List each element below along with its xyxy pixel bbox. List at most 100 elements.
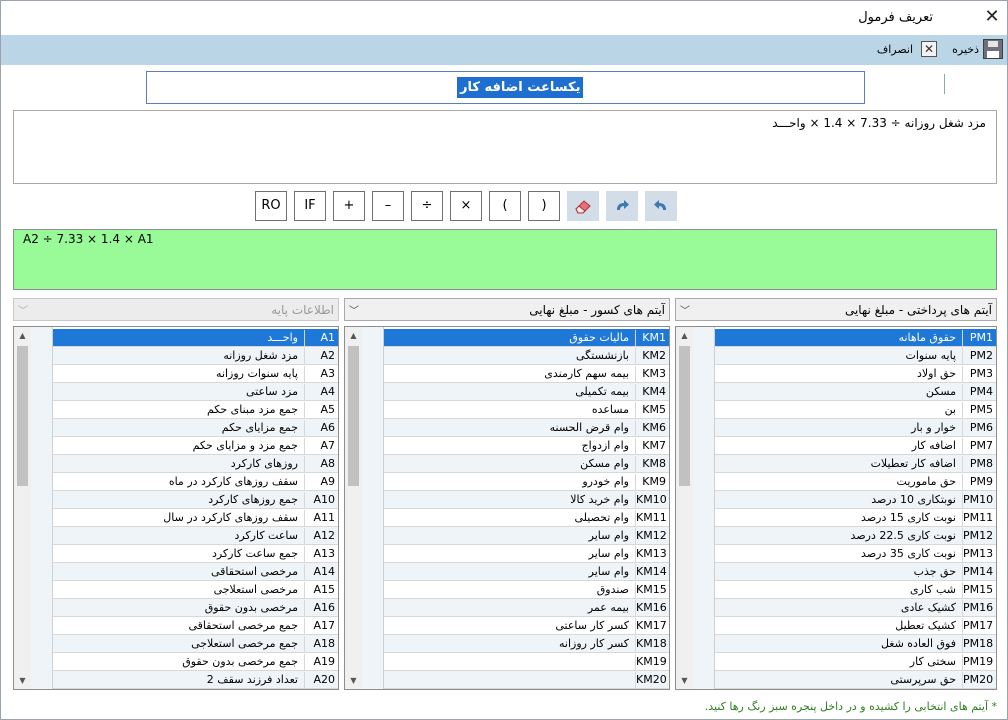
list-item[interactable]: PM13 نوبت کاری 35 درصد — [715, 545, 996, 563]
formula-title-input[interactable]: یکساعت اضافه کار — [146, 71, 865, 104]
scroll-up-icon[interactable]: ▲ — [14, 327, 31, 344]
list-item[interactable]: A15 مرخصی استعلاجی — [53, 581, 338, 599]
list-item[interactable]: A4 مزد ساعتی — [53, 383, 338, 401]
list-item[interactable]: KM7 وام ازدواج — [384, 437, 669, 455]
list-item[interactable]: KM1 مالیات حقوق — [384, 329, 669, 347]
list-item[interactable]: PM8 اضافه کار تعطیلات — [715, 455, 996, 473]
item-name: نوبت کاری 22.5 درصد — [850, 529, 956, 542]
list-item[interactable]: KM2 بازنشستگی — [384, 347, 669, 365]
ro-button[interactable]: RO — [255, 191, 287, 221]
payment-items-dropdown[interactable]: آیتم های پرداختی - مبلغ نهایی ﹀ — [675, 298, 997, 321]
item-code: KM9 — [635, 474, 669, 490]
list-item[interactable]: KM13 وام سایر — [384, 545, 669, 563]
redo-button[interactable] — [606, 191, 638, 221]
list-item[interactable]: KM19 — [384, 653, 669, 671]
list-item[interactable]: A11 سقف روزهای کارکرد در سال — [53, 509, 338, 527]
eraser-button[interactable] — [567, 191, 599, 221]
undo-button[interactable] — [645, 191, 677, 221]
list-item[interactable]: A14 مرخصی استحقاقی — [53, 563, 338, 581]
scroll-thumb[interactable] — [348, 346, 359, 486]
base-info-dropdown[interactable]: اطلاعات پایه ﹀ — [13, 298, 339, 321]
base-info-list[interactable]: ▲ ▼ A1 واحـــد A2 مزد شغل روزانه A3 پایه سنوا… — [13, 326, 339, 690]
deduction-items-list[interactable]: ▲ ▼ KM1 مالیات حقوق KM2 بازنشستگی KM3 بیمه سه… — [344, 326, 670, 690]
list-item[interactable]: A10 جمع روزهای کارکرد — [53, 491, 338, 509]
list-item[interactable]: PM11 نوبت کاری 15 درصد — [715, 509, 996, 527]
list-item[interactable]: PM5 بن — [715, 401, 996, 419]
list-item[interactable]: PM10 نوبتکاری 10 درصد — [715, 491, 996, 509]
deduction-items-dropdown[interactable]: آیتم های کسور - مبلغ نهایی ﹀ — [344, 298, 670, 321]
list-item[interactable]: KM9 وام خودرو — [384, 473, 669, 491]
scroll-thumb[interactable] — [679, 346, 690, 486]
list-item[interactable]: A8 روزهای کارکرد — [53, 455, 338, 473]
list-item[interactable]: KM8 وام مسکن — [384, 455, 669, 473]
list-item[interactable]: KM5 مساعده — [384, 401, 669, 419]
list-item[interactable]: KM15 صندوق — [384, 581, 669, 599]
payment-items-list[interactable]: ▲ ▼ PM1 حقوق ماهانه PM2 پایه سنوات PM3 حق اول… — [675, 326, 997, 690]
list-item[interactable]: A2 مزد شغل روزانه — [53, 347, 338, 365]
list-item[interactable]: PM2 پایه سنوات — [715, 347, 996, 365]
list-item[interactable]: KM12 وام سایر — [384, 527, 669, 545]
list-item[interactable]: KM18 کسر کار روزانه — [384, 635, 669, 653]
list-item[interactable]: PM18 فوق العاده شغل — [715, 635, 996, 653]
list-item[interactable]: KM10 وام خرید کالا — [384, 491, 669, 509]
list-item[interactable]: A17 جمع مرخصی استحقاقی — [53, 617, 338, 635]
close-paren-button[interactable]: ) — [528, 191, 560, 221]
list-item[interactable]: A6 جمع مزایای حکم — [53, 419, 338, 437]
scroll-up-icon[interactable]: ▲ — [345, 327, 362, 344]
payment-list-scrollbar[interactable]: ▲ ▼ — [676, 327, 693, 689]
list-item[interactable]: A20 تعداد فرزند سقف 2 — [53, 671, 338, 689]
item-code: A8 — [304, 456, 338, 472]
list-item[interactable]: A19 جمع مرخصی بدون حقوق — [53, 653, 338, 671]
list-item[interactable]: PM1 حقوق ماهانه — [715, 329, 996, 347]
list-item[interactable]: KM16 بیمه عمر — [384, 599, 669, 617]
list-item[interactable]: A13 جمع ساعت کارکرد — [53, 545, 338, 563]
list-item[interactable]: A7 جمع مزد و مزایای حکم — [53, 437, 338, 455]
list-item[interactable]: KM3 بیمه سهم کارمندی — [384, 365, 669, 383]
list-item[interactable]: A3 پایه سنوات روزانه — [53, 365, 338, 383]
save-button[interactable]: ذخیره — [949, 39, 1003, 61]
open-paren-button[interactable]: ( — [489, 191, 521, 221]
list-item[interactable]: PM4 مسکن — [715, 383, 996, 401]
list-item[interactable]: KM20 — [384, 671, 669, 689]
scroll-down-icon[interactable]: ▼ — [345, 672, 362, 689]
scroll-down-icon[interactable]: ▼ — [676, 672, 693, 689]
scroll-down-icon[interactable]: ▼ — [14, 672, 31, 689]
list-item[interactable]: PM14 حق جذب — [715, 563, 996, 581]
list-item[interactable]: PM19 سختی کار — [715, 653, 996, 671]
list-item[interactable]: PM7 اضافه کار — [715, 437, 996, 455]
list-item[interactable]: KM4 بیمه تکمیلی — [384, 383, 669, 401]
multiply-button[interactable]: × — [450, 191, 482, 221]
list-item[interactable]: PM9 حق ماموریت — [715, 473, 996, 491]
list-item[interactable]: KM14 وام سایر — [384, 563, 669, 581]
list-item[interactable]: PM17 کشیک تعطیل — [715, 617, 996, 635]
deduction-list-scrollbar[interactable]: ▲ ▼ — [345, 327, 362, 689]
list-item[interactable]: PM15 شب کاری — [715, 581, 996, 599]
minus-button[interactable]: – — [372, 191, 404, 221]
list-item[interactable]: KM6 وام قرض الحسنه — [384, 419, 669, 437]
base-info-list-scrollbar[interactable]: ▲ ▼ — [14, 327, 31, 689]
divide-button[interactable]: ÷ — [411, 191, 443, 221]
list-item[interactable]: A1 واحـــد — [53, 329, 338, 347]
list-item[interactable]: PM20 حق سرپرستی — [715, 671, 996, 689]
list-item[interactable]: PM12 نوبت کاری 22.5 درصد — [715, 527, 996, 545]
list-item[interactable]: A12 ساعت کارکرد — [53, 527, 338, 545]
formula-drop-area[interactable]: A2 ÷ 7.33 × 1.4 × A1 — [13, 229, 997, 290]
list-item[interactable]: PM3 حق اولاد — [715, 365, 996, 383]
list-item[interactable]: PM6 خوار و بار — [715, 419, 996, 437]
list-item[interactable]: A18 جمع مرخصی استعلاجی — [53, 635, 338, 653]
list-item[interactable]: A5 جمع مزد مبنای حکم — [53, 401, 338, 419]
list-item[interactable]: KM11 وام تحصیلی — [384, 509, 669, 527]
plus-button[interactable]: + — [333, 191, 365, 221]
scroll-up-icon[interactable]: ▲ — [676, 327, 693, 344]
scroll-thumb[interactable] — [17, 346, 28, 486]
close-icon[interactable]: ✕ — [981, 5, 1003, 29]
item-name: کسر کار روزانه — [559, 637, 629, 650]
formula-description-box[interactable]: مزد شغل روزانه ÷ 7.33 × 1.4 × واحـــد — [13, 110, 997, 184]
item-code: PM19 — [962, 654, 996, 670]
list-item[interactable]: PM16 کشیک عادی — [715, 599, 996, 617]
list-item[interactable]: KM17 کسر کار ساعتی — [384, 617, 669, 635]
cancel-button[interactable]: انصراف ✕ — [877, 39, 939, 61]
list-item[interactable]: A9 سقف روزهای کارکرد در ماه — [53, 473, 338, 491]
list-item[interactable]: A16 مرخصی بدون حقوق — [53, 599, 338, 617]
if-button[interactable]: IF — [294, 191, 326, 221]
